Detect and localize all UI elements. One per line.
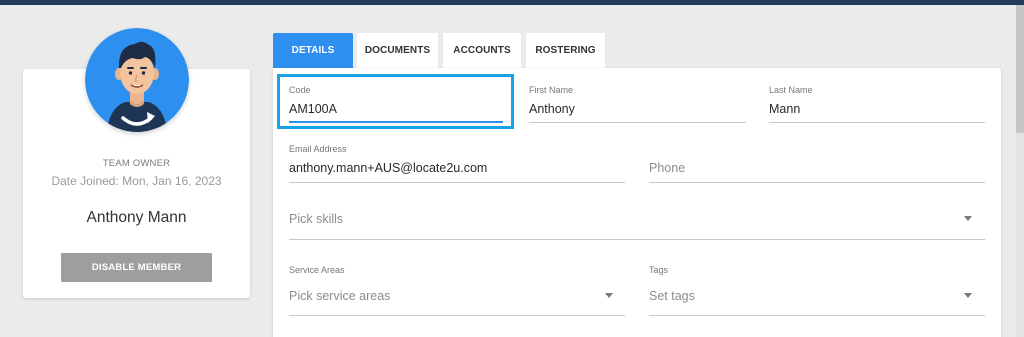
email-input[interactable]: anthony.mann+AUS@locate2u.com	[289, 161, 487, 175]
last-name-input[interactable]: Mann	[769, 102, 800, 116]
chevron-down-icon[interactable]	[605, 293, 613, 298]
member-name: Anthony Mann	[86, 209, 187, 226]
chevron-down-icon[interactable]	[964, 216, 972, 221]
phone-input[interactable]: Phone	[649, 161, 685, 175]
date-joined: Date Joined: Mon, Jan 16, 2023	[51, 174, 222, 188]
skills-select[interactable]: Pick skills	[289, 212, 343, 226]
code-label: Code	[289, 85, 311, 95]
member-role: TEAM OWNER	[102, 158, 171, 169]
first-name-input[interactable]: Anthony	[529, 102, 575, 116]
top-app-bar	[0, 0, 1024, 5]
service-areas-label: Service Areas	[289, 265, 345, 275]
code-underline	[289, 121, 503, 123]
service-areas-select[interactable]: Pick service areas	[289, 289, 390, 303]
service-areas-underline	[289, 315, 625, 316]
scrollbar-thumb[interactable]	[1016, 5, 1024, 133]
tab-details[interactable]: DETAILS	[273, 33, 353, 68]
tags-label: Tags	[649, 265, 669, 275]
tab-accounts[interactable]: ACCOUNTS	[443, 33, 521, 68]
phone-underline	[649, 182, 985, 183]
last-name-label: Last Name	[769, 85, 813, 95]
last-name-underline	[769, 122, 985, 123]
email-label: Email Address	[289, 144, 347, 154]
chevron-down-icon[interactable]	[964, 293, 972, 298]
skills-underline	[289, 239, 985, 240]
tags-select[interactable]: Set tags	[649, 289, 695, 303]
first-name-label: First Name	[529, 85, 574, 95]
tab-rostering[interactable]: ROSTERING	[526, 33, 605, 68]
avatar	[85, 28, 189, 132]
tab-documents[interactable]: DOCUMENTS	[357, 33, 438, 68]
disable-member-button[interactable]: DISABLE MEMBER	[61, 253, 212, 282]
tags-underline	[649, 315, 985, 316]
first-name-underline	[529, 122, 746, 123]
email-underline	[289, 182, 625, 183]
avatar-illustration	[85, 28, 189, 132]
code-input[interactable]: AM100A	[289, 102, 337, 116]
